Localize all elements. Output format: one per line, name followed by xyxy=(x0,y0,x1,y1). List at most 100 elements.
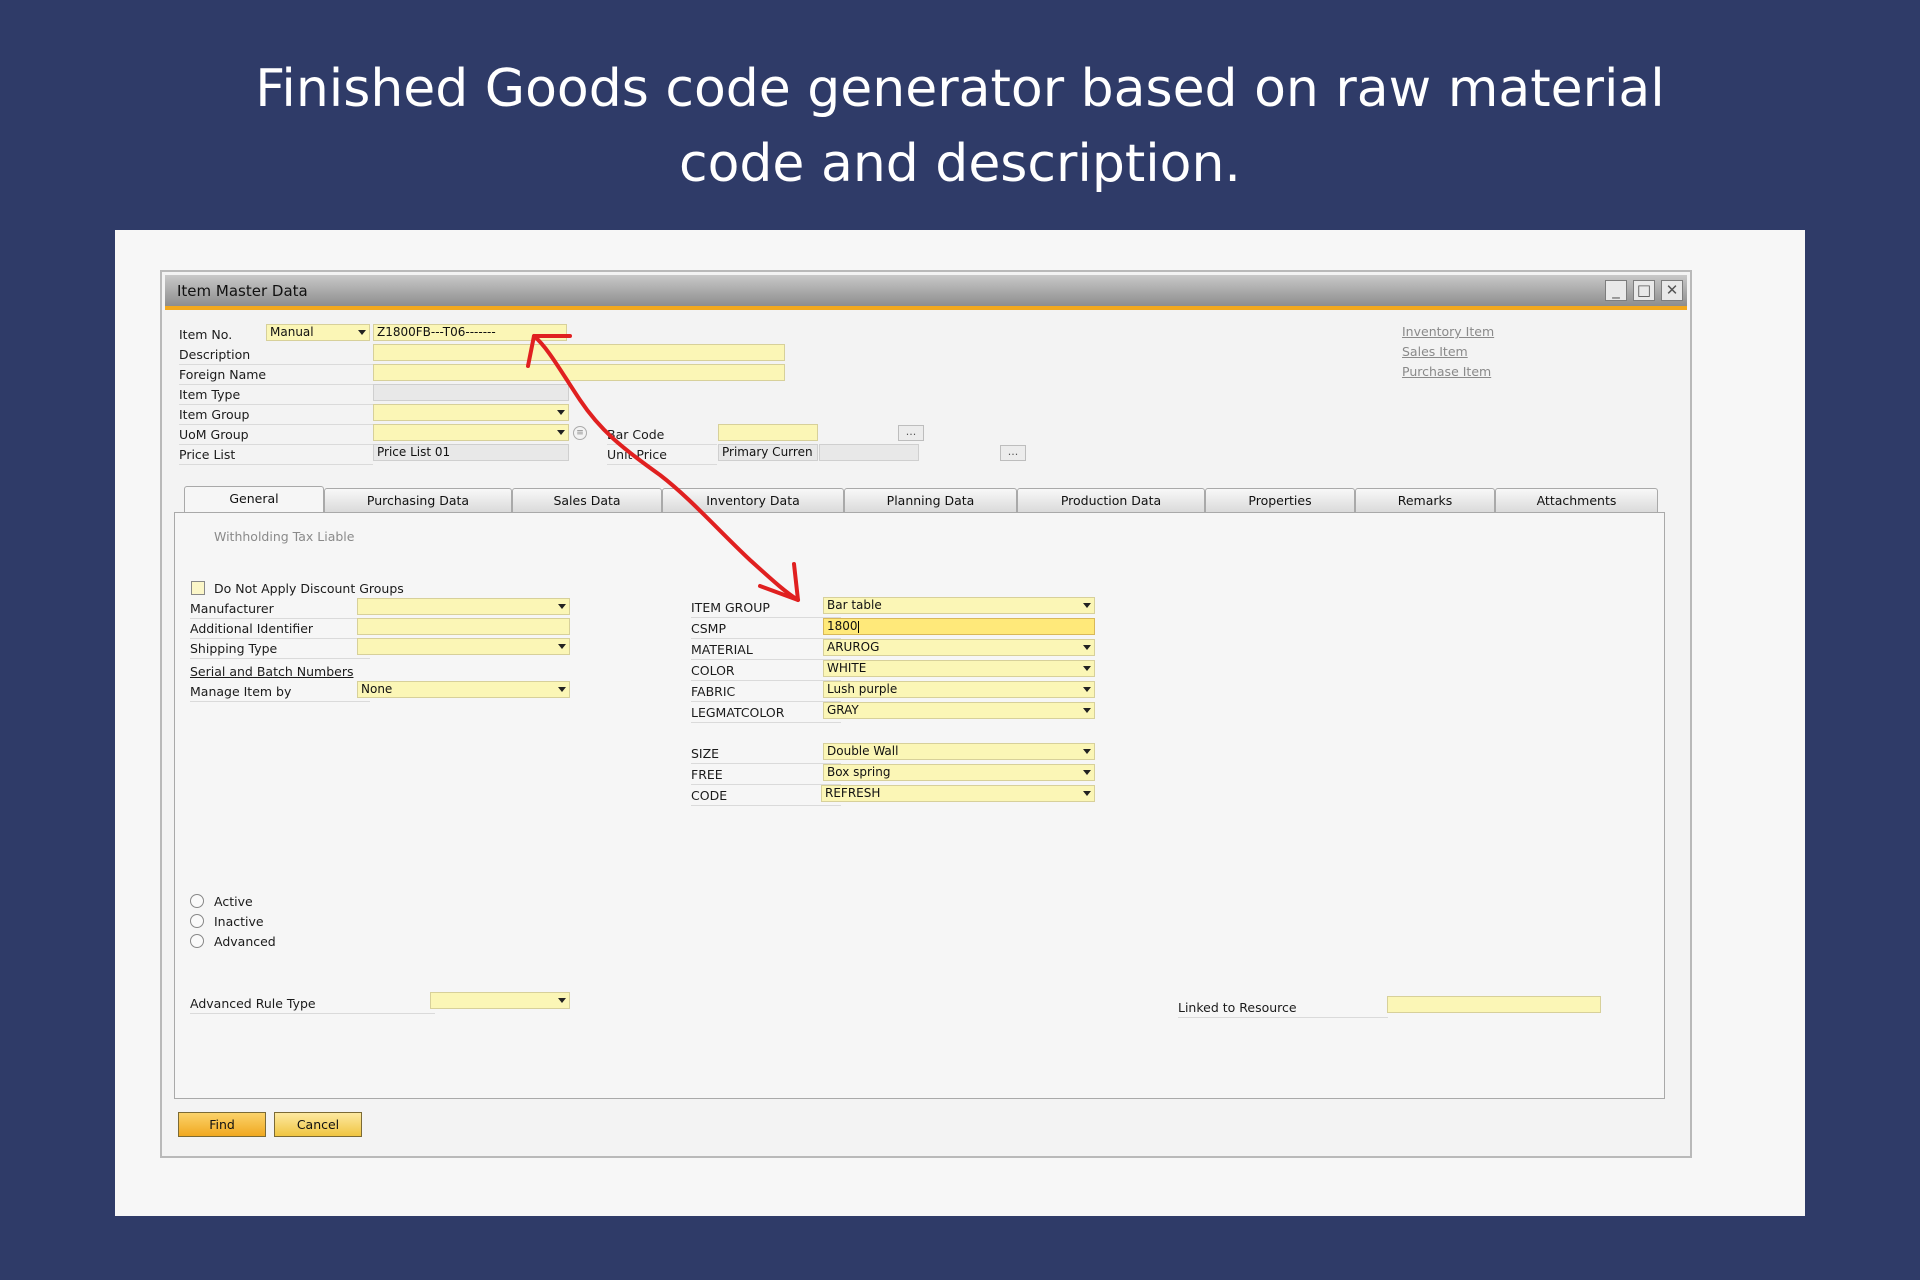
inactive-radio[interactable] xyxy=(190,914,204,928)
tab-general[interactable]: General xyxy=(184,486,324,513)
description-field[interactable] xyxy=(373,344,785,361)
chevron-down-icon xyxy=(1083,791,1091,796)
active-label: Active xyxy=(214,894,253,909)
maximize-icon[interactable]: □ xyxy=(1633,280,1655,301)
code-field-value: GRAY xyxy=(827,703,859,717)
tab-sales-data[interactable]: Sales Data xyxy=(512,488,662,513)
chevron-down-icon xyxy=(557,430,565,435)
screenshot-card: Item Master Data _ □ ✕ Item No. Manual Z… xyxy=(115,230,1805,1216)
item-no-field[interactable]: Z1800FB---T06------- xyxy=(373,324,567,341)
advanced-rule-type-label: Advanced Rule Type xyxy=(190,996,316,1011)
row-underline xyxy=(607,464,717,465)
item-type-field[interactable] xyxy=(373,384,569,401)
chevron-down-icon xyxy=(1083,687,1091,692)
code-field-label: MATERIAL xyxy=(691,642,753,657)
window-title: Item Master Data xyxy=(177,282,308,300)
row-underline xyxy=(1178,1017,1388,1018)
row-underline xyxy=(691,659,841,660)
additional-identifier-field[interactable] xyxy=(357,618,570,635)
row-underline xyxy=(691,722,841,723)
chevron-down-icon xyxy=(1083,749,1091,754)
item-group-code-select[interactable]: Bar table xyxy=(823,597,1095,614)
bar-code-field[interactable] xyxy=(718,424,818,441)
chevron-down-icon xyxy=(558,687,566,692)
linked-resource-field[interactable] xyxy=(1387,996,1601,1013)
description-label: Description xyxy=(179,347,251,362)
tab-planning-data[interactable]: Planning Data xyxy=(844,488,1017,513)
unit-price-currency-field[interactable]: Primary Curren xyxy=(718,444,818,461)
row-underline xyxy=(607,444,717,445)
chevron-down-icon xyxy=(358,330,366,335)
item-no-series-select[interactable]: Manual xyxy=(266,324,370,341)
minimize-icon[interactable]: _ xyxy=(1605,280,1627,301)
uom-group-label: UoM Group xyxy=(179,427,249,442)
code-field-value: 1800 xyxy=(827,619,858,633)
foreign-name-field[interactable] xyxy=(373,364,785,381)
manage-item-by-select[interactable]: None xyxy=(357,681,570,698)
chevron-down-icon xyxy=(1083,708,1091,713)
code-field-label: CODE xyxy=(691,788,728,803)
row-underline xyxy=(179,364,373,365)
advanced-radio[interactable] xyxy=(190,934,204,948)
bar-code-ellipsis-button[interactable]: ... xyxy=(898,425,924,441)
no-discount-label: Do Not Apply Discount Groups xyxy=(214,581,404,596)
csmp-field[interactable]: 1800 xyxy=(823,618,1095,635)
row-underline xyxy=(190,1013,435,1014)
item-group-select[interactable] xyxy=(373,404,569,421)
code-select[interactable]: REFRESH xyxy=(821,785,1095,802)
price-list-label: Price List xyxy=(179,447,236,462)
legmatcolor-select[interactable]: GRAY xyxy=(823,702,1095,719)
cancel-button[interactable]: Cancel xyxy=(274,1112,362,1137)
free-select[interactable]: Box spring xyxy=(823,764,1095,781)
tab-attachments[interactable]: Attachments xyxy=(1495,488,1658,513)
unit-price-ellipsis-button[interactable]: ... xyxy=(1000,445,1026,461)
row-underline xyxy=(691,763,841,764)
manufacturer-select[interactable] xyxy=(357,598,570,615)
accent-strip xyxy=(165,306,1687,310)
find-button[interactable]: Find xyxy=(178,1112,266,1137)
code-field-label: FABRIC xyxy=(691,684,736,699)
item-master-window: Item Master Data _ □ ✕ Item No. Manual Z… xyxy=(160,270,1692,1158)
material-select[interactable]: ARUROG xyxy=(823,639,1095,656)
fabric-select[interactable]: Lush purple xyxy=(823,681,1095,698)
price-list-field[interactable]: Price List 01 xyxy=(373,444,569,461)
uom-info-icon[interactable]: ≡ xyxy=(573,426,587,440)
item-type-label: Item Type xyxy=(179,387,241,402)
no-discount-checkbox[interactable] xyxy=(191,581,205,595)
code-field-label: LEGMATCOLOR xyxy=(691,705,785,720)
unit-price-field[interactable] xyxy=(819,444,919,461)
row-underline xyxy=(691,638,841,639)
tab-properties[interactable]: Properties xyxy=(1205,488,1355,513)
serial-batch-link[interactable]: Serial and Batch Numbers xyxy=(190,664,353,679)
inventory-item-label: Inventory Item xyxy=(1402,324,1495,339)
code-field-value: REFRESH xyxy=(825,786,881,800)
advanced-rule-type-select[interactable] xyxy=(430,992,570,1009)
item-no-label: Item No. xyxy=(179,327,233,342)
size-select[interactable]: Double Wall xyxy=(823,743,1095,760)
uom-group-select[interactable] xyxy=(373,424,569,441)
tab-remarks[interactable]: Remarks xyxy=(1355,488,1495,513)
tab-inventory-data[interactable]: Inventory Data xyxy=(662,488,844,513)
chevron-down-icon xyxy=(557,410,565,415)
shipping-type-label: Shipping Type xyxy=(190,641,278,656)
shipping-type-select[interactable] xyxy=(357,638,570,655)
item-no-value: Z1800FB---T06------- xyxy=(377,325,496,339)
row-underline xyxy=(179,384,373,385)
color-select[interactable]: WHITE xyxy=(823,660,1095,677)
sales-item-label: Sales Item xyxy=(1402,344,1468,359)
tab-production-data[interactable]: Production Data xyxy=(1017,488,1205,513)
foreign-name-label: Foreign Name xyxy=(179,367,267,382)
advanced-label: Advanced xyxy=(214,934,276,949)
code-field-label: FREE xyxy=(691,767,723,782)
close-icon[interactable]: ✕ xyxy=(1661,280,1683,301)
code-field-value: Double Wall xyxy=(827,744,899,758)
item-group-label: Item Group xyxy=(179,407,250,422)
row-underline xyxy=(190,638,370,639)
additional-identifier-label: Additional Identifier xyxy=(190,621,314,636)
code-field-label: SIZE xyxy=(691,746,720,761)
general-tab-panel: Withholding Tax Liable Do Not Apply Disc… xyxy=(174,512,1665,1099)
title-bar[interactable]: Item Master Data _ □ ✕ xyxy=(165,275,1687,306)
active-radio[interactable] xyxy=(190,894,204,908)
chevron-down-icon xyxy=(1083,645,1091,650)
tab-purchasing-data[interactable]: Purchasing Data xyxy=(324,488,512,513)
